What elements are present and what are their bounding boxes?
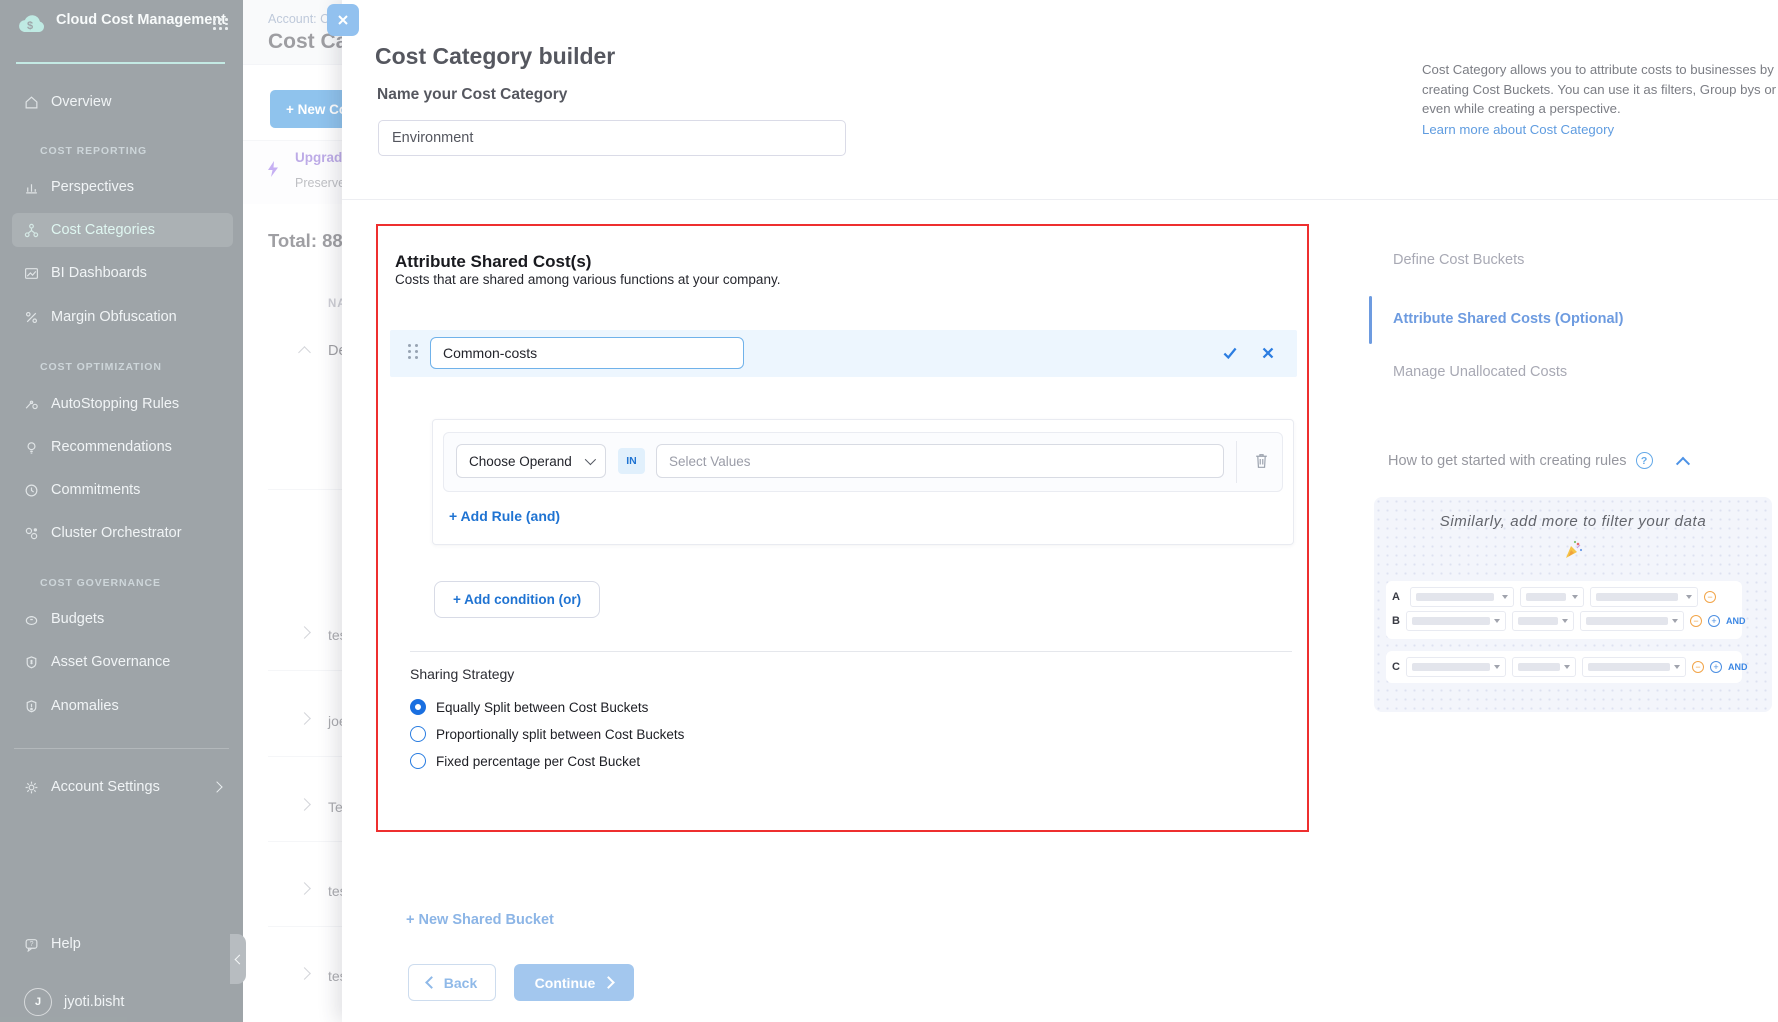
illustration-row-b: B − + AND [1392, 609, 1736, 633]
chevron-down-icon [585, 454, 596, 465]
radio-icon[interactable] [410, 726, 426, 742]
chevron-down-icon [1564, 665, 1570, 669]
chevron-down-icon [1572, 595, 1578, 599]
radio-checked-icon[interactable] [410, 699, 426, 715]
category-name-input[interactable] [378, 120, 846, 156]
rule-card: Choose Operand IN + Add Rule (and) [432, 419, 1294, 545]
chevron-down-icon [1494, 665, 1500, 669]
step-manage-unallocated-costs[interactable]: Manage Unallocated Costs [1393, 364, 1567, 380]
strategy-option-equal[interactable]: Equally Split between Cost Buckets [410, 696, 648, 718]
fake-select [1406, 657, 1506, 677]
learn-more-link[interactable]: Learn more about Cost Category [1422, 120, 1614, 140]
chevron-down-icon [1562, 619, 1568, 623]
cost-category-builder-drawer: Cost Category builder Name your Cost Cat… [342, 0, 1778, 1022]
rule-separator [1236, 441, 1237, 483]
chevron-down-icon [1494, 619, 1500, 623]
chevron-down-icon [1502, 595, 1508, 599]
sharing-strategy-label: Sharing Strategy [410, 666, 514, 682]
confirm-bucket-button[interactable] [1221, 344, 1239, 365]
new-shared-bucket-button[interactable]: + New Shared Bucket [406, 912, 554, 928]
chevron-left-icon [425, 976, 438, 989]
illustration-rule-group: A − B − + AND [1386, 581, 1742, 639]
bucket-name-input[interactable] [430, 337, 744, 369]
illustration-row-a: A − [1392, 585, 1736, 609]
add-condition-button[interactable]: + Add condition (or) [434, 581, 600, 618]
info-text: Cost Category allows you to attribute co… [1422, 62, 1776, 116]
back-button[interactable]: Back [408, 964, 496, 1001]
add-circle-icon: + [1708, 615, 1720, 627]
close-icon [336, 13, 350, 27]
step-define-cost-buckets[interactable]: Define Cost Buckets [1393, 252, 1524, 268]
party-popper-icon [1562, 539, 1584, 561]
fake-select [1580, 611, 1684, 631]
continue-button[interactable]: Continue [514, 964, 634, 1001]
illustration-row-c: C − + AND [1392, 655, 1736, 679]
info-panel: Cost Category allows you to attribute co… [1422, 60, 1778, 139]
chevron-down-icon [1674, 665, 1680, 669]
delete-rule-button[interactable] [1254, 452, 1269, 472]
question-circle-icon[interactable]: ? [1636, 452, 1653, 469]
add-circle-icon: + [1710, 661, 1722, 673]
remove-circle-icon: − [1692, 661, 1704, 673]
add-rule-button[interactable]: + Add Rule (and) [449, 508, 560, 524]
check-icon [1221, 344, 1239, 362]
shared-bucket-header [390, 330, 1297, 377]
fake-select [1520, 587, 1584, 607]
active-step-indicator [1369, 296, 1372, 344]
help-panel-toggle[interactable]: How to get started with creating rules ? [1388, 452, 1688, 469]
values-input[interactable] [656, 444, 1224, 478]
operator-badge: IN [618, 448, 645, 474]
operand-select[interactable]: Choose Operand [456, 444, 606, 478]
fake-select [1410, 587, 1514, 607]
chevron-right-icon [602, 976, 615, 989]
fake-select [1512, 611, 1574, 631]
strategy-option-proportional[interactable]: Proportionally split between Cost Bucket… [410, 723, 684, 745]
remove-circle-icon: − [1704, 591, 1716, 603]
header-divider [342, 199, 1778, 200]
remove-circle-icon: − [1690, 615, 1702, 627]
drawer-title: Cost Category builder [375, 43, 615, 70]
chevron-down-icon [1686, 595, 1692, 599]
radio-icon[interactable] [410, 753, 426, 769]
illustration-caption: Similarly, add more to filter your data [1374, 513, 1772, 530]
rule-row: Choose Operand IN [443, 432, 1283, 492]
cancel-bucket-button[interactable] [1259, 344, 1277, 365]
drag-handle-icon[interactable] [408, 344, 420, 359]
screen: $ Cloud Cost Management Overview COST RE… [0, 0, 1778, 1022]
fake-select [1582, 657, 1686, 677]
x-icon [1259, 344, 1277, 362]
strategy-divider [410, 651, 1292, 652]
trash-icon [1254, 452, 1269, 469]
strategy-option-fixed[interactable]: Fixed percentage per Cost Bucket [410, 750, 640, 772]
name-category-label: Name your Cost Category [377, 86, 567, 104]
chevron-down-icon [1672, 619, 1678, 623]
chevron-up-icon[interactable] [1675, 456, 1689, 470]
close-button[interactable] [327, 4, 359, 36]
shared-costs-description: Costs that are shared among various func… [395, 272, 780, 287]
shared-costs-title: Attribute Shared Cost(s) [395, 252, 591, 272]
fake-select [1406, 611, 1506, 631]
fake-select [1590, 587, 1698, 607]
illustration-rule-group: C − + AND [1386, 651, 1742, 683]
step-attribute-shared-costs[interactable]: Attribute Shared Costs (Optional) [1393, 311, 1623, 327]
rules-illustration-card: Similarly, add more to filter your data … [1374, 497, 1772, 712]
fake-select [1512, 657, 1576, 677]
